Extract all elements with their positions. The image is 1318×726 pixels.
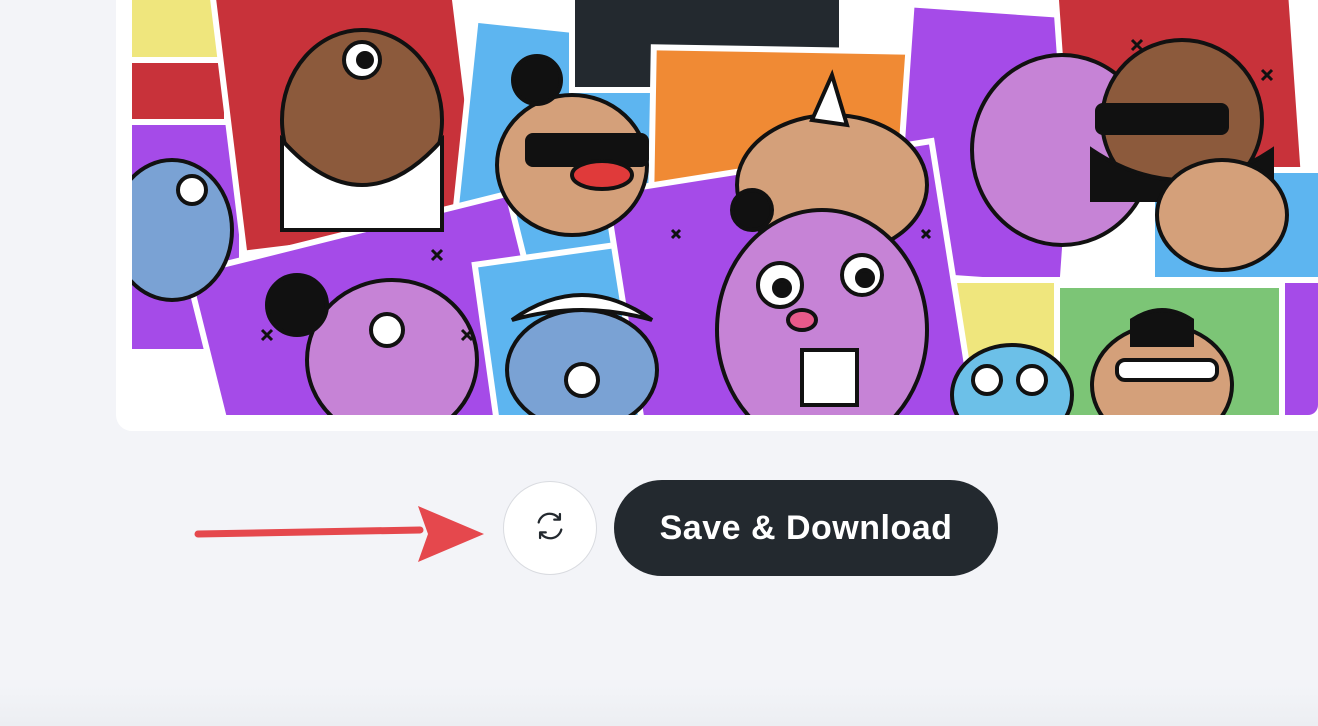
refresh-button[interactable]	[503, 481, 597, 575]
action-bar: Save & Download	[503, 480, 998, 576]
avatar-collage-image	[132, 0, 1318, 415]
page-background	[0, 686, 1318, 726]
save-download-button[interactable]: Save & Download	[614, 480, 998, 576]
refresh-icon	[533, 509, 567, 548]
annotation-arrow	[194, 506, 484, 562]
